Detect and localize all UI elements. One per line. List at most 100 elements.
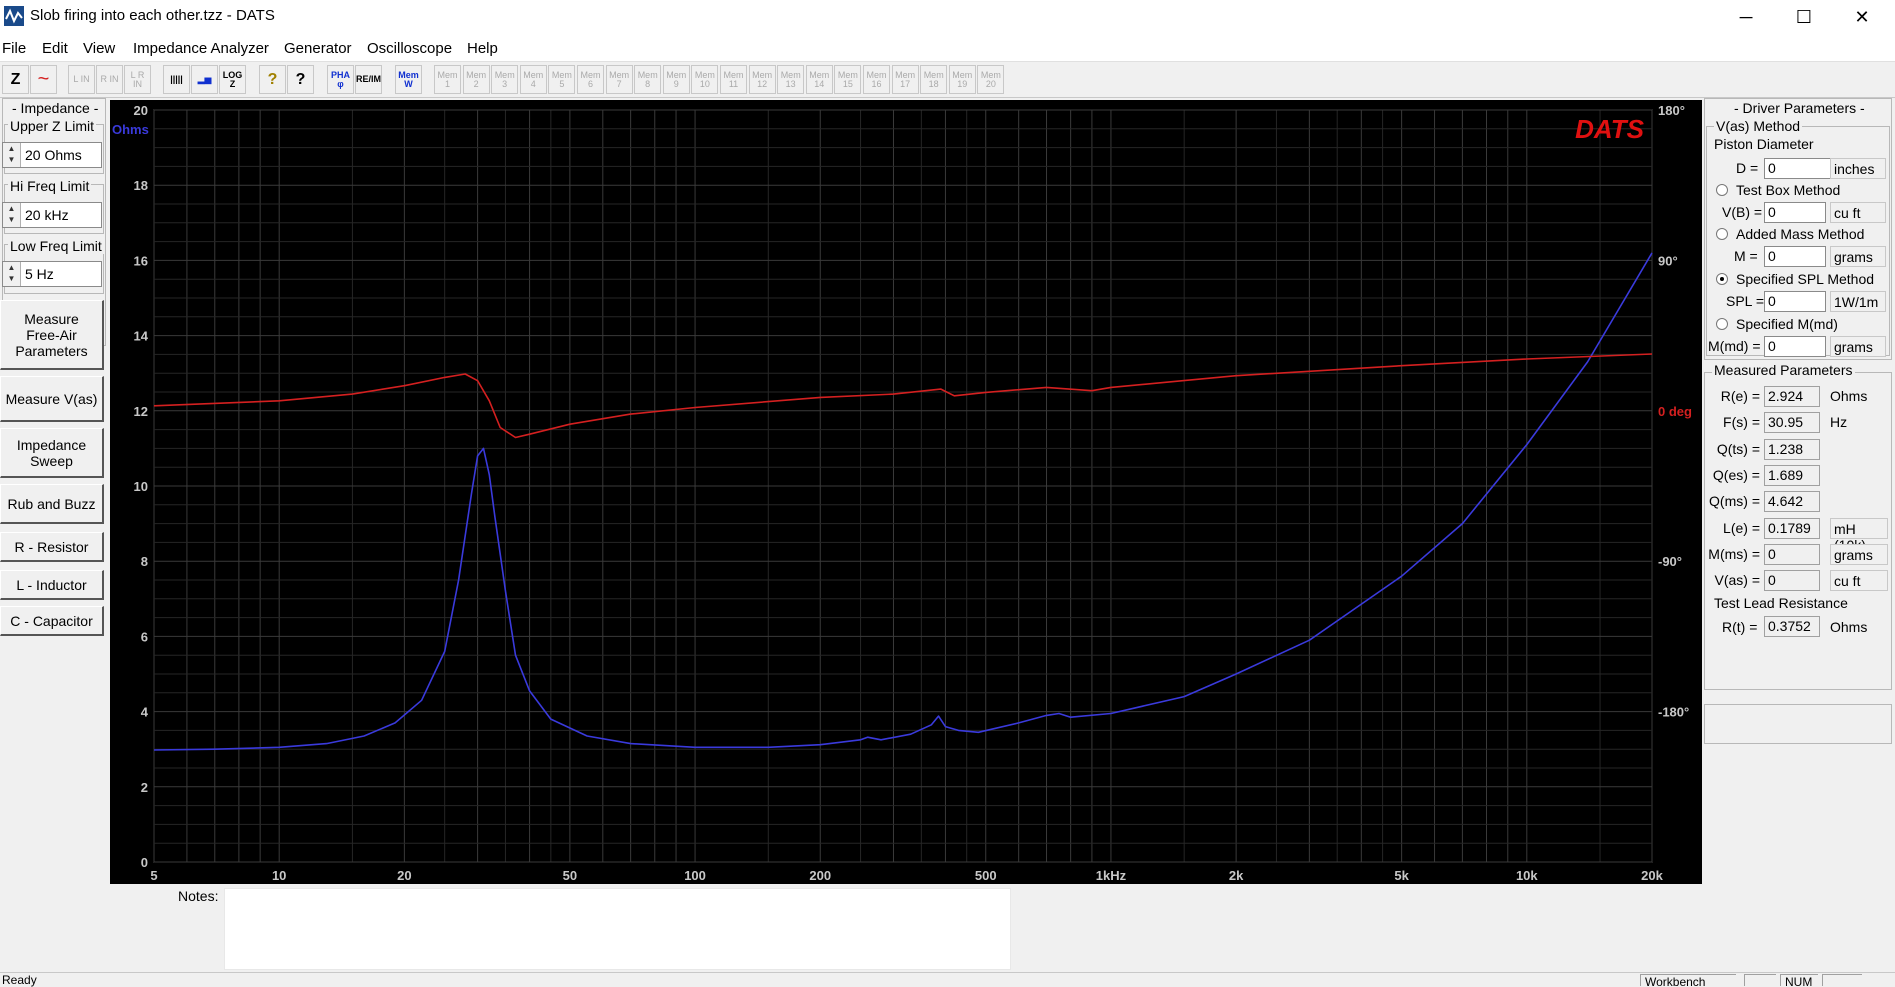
spl-method-radio[interactable]	[1716, 273, 1728, 285]
low-freq-spinner[interactable]: ▲ ▼ 5 Hz	[2, 261, 102, 287]
x-tick-label: 200	[809, 868, 831, 883]
toolbar: Z ~ L IN R IN L R IN ||||| ▂▅ LOG Z ? ? …	[0, 62, 1895, 98]
y-tick-label: 10	[134, 479, 148, 494]
spl-method-label[interactable]: Specified SPL Method	[1736, 271, 1874, 287]
memory-slot-15-button[interactable]: Mem 15	[834, 65, 862, 94]
close-icon[interactable]: ✕	[1833, 0, 1891, 34]
menu-generator[interactable]: Generator	[284, 40, 352, 57]
vb-input[interactable]: 0	[1764, 202, 1826, 223]
x-tick-label: 100	[684, 868, 706, 883]
memory-slot-2-button[interactable]: Mem 2	[462, 65, 490, 94]
mem-write-button[interactable]: Mem W	[395, 65, 422, 94]
vas-method-title: V(as) Method	[1714, 118, 1803, 134]
memory-slot-17-button[interactable]: Mem 17	[891, 65, 919, 94]
spin-arrows-icon[interactable]: ▲ ▼	[3, 203, 21, 227]
x-tick-label: 1kHz	[1096, 868, 1127, 883]
measured-unit: grams	[1830, 543, 1888, 565]
y-tick-label: 6	[141, 629, 148, 644]
y-axis-unit-label: Ohms	[112, 122, 149, 137]
test-box-label[interactable]: Test Box Method	[1736, 182, 1840, 198]
memory-slot-9-button[interactable]: Mem 9	[662, 65, 690, 94]
grid-icon[interactable]: |||||	[163, 65, 190, 94]
impedance-plot[interactable]: 0 2 4 6 8 10 12 14 16 18 20 Ohms 180° 90° 0 deg -90° -18…	[110, 100, 1702, 884]
left-right-in-button[interactable]: L R IN	[124, 65, 151, 94]
minimize-icon[interactable]: ─	[1717, 0, 1775, 34]
spin-arrows-icon[interactable]: ▲ ▼	[3, 262, 21, 286]
added-mass-radio[interactable]	[1716, 228, 1728, 240]
mmd-method-label[interactable]: Specified M(md)	[1736, 316, 1838, 332]
x-tick-label: 20	[397, 868, 411, 883]
d-unit: inches	[1830, 158, 1886, 179]
memory-slot-18-button[interactable]: Mem 18	[920, 65, 948, 94]
bar-chart-icon[interactable]: ▂▅	[191, 65, 218, 94]
menu-file[interactable]: File	[2, 40, 26, 57]
spl-input[interactable]: 0	[1764, 291, 1826, 312]
added-mass-label[interactable]: Added Mass Method	[1736, 226, 1864, 242]
right-panel: - Driver Parameters - V(as) Method Pisto…	[1702, 98, 1895, 883]
inductor-button[interactable]: L - Inductor	[0, 570, 104, 600]
memory-slot-6-button[interactable]: Mem 6	[577, 65, 604, 94]
memory-slot-14-button[interactable]: Mem 14	[805, 65, 833, 94]
memory-slot-1-button[interactable]: Mem 1	[434, 65, 461, 94]
measure-vas-button[interactable]: Measure V(as)	[0, 376, 104, 422]
memory-slot-5-button[interactable]: Mem 5	[548, 65, 576, 94]
right-in-button[interactable]: R IN	[96, 65, 123, 94]
left-panel: - Impedance - Upper Z Limit ▲ ▼ 20 Ohms H…	[0, 98, 110, 883]
memory-slot-12-button[interactable]: Mem 12	[748, 65, 776, 94]
test-box-radio[interactable]	[1716, 184, 1728, 196]
hi-freq-spinner[interactable]: ▲ ▼ 20 kHz	[2, 202, 102, 228]
app-icon	[4, 6, 24, 26]
menu-edit[interactable]: Edit	[42, 40, 68, 57]
memory-slot-8-button[interactable]: Mem 8	[634, 65, 662, 94]
memory-slot-19-button[interactable]: Mem 19	[948, 65, 976, 94]
status-pane-blank-2	[1822, 974, 1862, 986]
menu-view[interactable]: View	[83, 40, 115, 57]
upper-z-value[interactable]: 20 Ohms	[25, 147, 82, 163]
resistor-button[interactable]: R - Resistor	[0, 532, 104, 562]
notes-textarea[interactable]	[224, 888, 1011, 970]
memory-slot-3-button[interactable]: Mem 3	[491, 65, 519, 94]
impedance-mode-button[interactable]: Z	[2, 65, 29, 94]
memory-slot-11-button[interactable]: Mem 11	[720, 65, 747, 94]
memory-slot-4-button[interactable]: Mem 4	[519, 65, 547, 94]
log-z-button[interactable]: LOG Z	[219, 65, 246, 94]
menu-oscilloscope[interactable]: Oscilloscope	[367, 40, 452, 57]
impedance-chart[interactable]: 0 2 4 6 8 10 12 14 16 18 20 Ohms 180° 90° 0 deg -90° -18…	[110, 100, 1702, 884]
memory-slot-13-button[interactable]: Mem 13	[777, 65, 805, 94]
upper-z-spinner[interactable]: ▲ ▼ 20 Ohms	[2, 142, 102, 168]
driver-parameters-title: - Driver Parameters -	[1732, 100, 1867, 116]
memory-slot-16-button[interactable]: Mem 16	[863, 65, 890, 94]
phase-button[interactable]: PHA φ	[327, 65, 354, 94]
memory-slot-20-button[interactable]: Mem 20	[977, 65, 1005, 94]
measured-label: Q(ms) =	[1709, 493, 1760, 510]
menu-help[interactable]: Help	[467, 40, 498, 57]
capacitor-button[interactable]: C - Capacitor	[0, 606, 104, 636]
generator-wave-icon[interactable]: ~	[30, 65, 57, 94]
memory-slot-7-button[interactable]: Mem 7	[605, 65, 633, 94]
m-input[interactable]: 0	[1764, 246, 1826, 267]
maximize-icon[interactable]: ☐	[1775, 0, 1833, 34]
low-freq-label: Low Freq Limit	[8, 238, 104, 254]
memory-slot-10-button[interactable]: Mem 10	[691, 65, 719, 94]
context-help-icon[interactable]: ?	[287, 65, 314, 94]
mmd-unit: grams	[1830, 336, 1886, 357]
menu-impedance-analyzer[interactable]: Impedance Analyzer	[133, 40, 269, 57]
spl-unit: 1W/1m	[1830, 291, 1886, 312]
spin-arrows-icon[interactable]: ▲ ▼	[3, 143, 21, 167]
re-im-button[interactable]: RE/IM	[355, 65, 382, 94]
rub-and-buzz-button[interactable]: Rub and Buzz	[0, 484, 104, 524]
help-icon[interactable]: ?	[259, 65, 286, 94]
mmd-input[interactable]: 0	[1764, 336, 1826, 357]
upper-z-label: Upper Z Limit	[8, 118, 97, 134]
measured-label: Q(ts) =	[1716, 440, 1760, 457]
y-tick-label: 12	[134, 404, 148, 419]
d-label: D =	[1736, 160, 1759, 176]
left-in-button[interactable]: L IN	[68, 65, 95, 94]
spl-label: SPL =	[1726, 293, 1765, 309]
mmd-radio[interactable]	[1716, 318, 1728, 330]
low-freq-value[interactable]: 5 Hz	[25, 266, 54, 282]
impedance-sweep-button[interactable]: Impedance Sweep	[0, 428, 104, 478]
measure-free-air-button[interactable]: Measure Free-Air Parameters	[0, 300, 104, 370]
hi-freq-value[interactable]: 20 kHz	[25, 207, 69, 223]
hi-freq-label: Hi Freq Limit	[8, 178, 92, 194]
